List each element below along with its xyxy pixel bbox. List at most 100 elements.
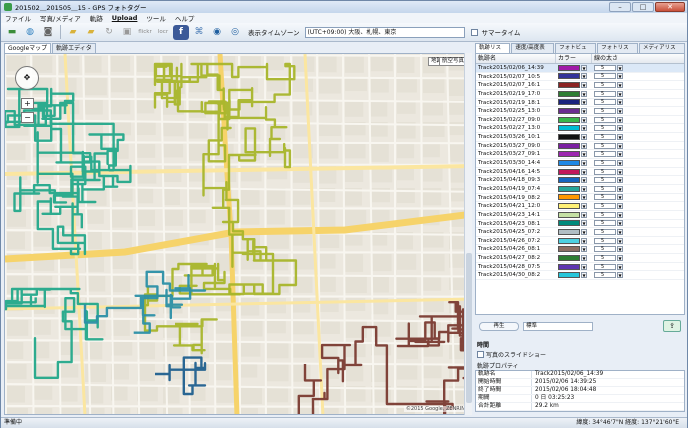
chevron-down-icon[interactable]: ▼ — [617, 142, 623, 149]
header-track-name[interactable]: 軌跡名 — [476, 54, 556, 63]
track-width[interactable]: 5 ▼ — [592, 150, 628, 158]
chevron-down-icon[interactable]: ▼ — [581, 246, 587, 253]
chevron-down-icon[interactable]: ▼ — [581, 159, 587, 166]
track-color[interactable]: ▼ — [556, 228, 592, 236]
facebook-icon[interactable]: f — [173, 24, 189, 40]
map-canvas[interactable] — [5, 54, 472, 415]
track-row[interactable]: Track2015/04/30_08:2 ▼ 5 ▼ — [476, 271, 684, 281]
folder-icon[interactable]: ▰ — [65, 25, 81, 40]
chevron-down-icon[interactable]: ▼ — [617, 108, 623, 115]
track-row[interactable]: Track2015/03/26_10:1 ▼ 5 ▼ — [476, 133, 684, 142]
track-color[interactable]: ▼ — [556, 142, 592, 150]
chevron-down-icon[interactable]: ▼ — [581, 254, 587, 261]
track-width[interactable]: 5 ▼ — [592, 211, 628, 219]
track-row[interactable]: Track2015/04/28_07:5 ▼ 5 ▼ — [476, 263, 684, 272]
scrollbar-thumb[interactable] — [466, 253, 472, 403]
chevron-down-icon[interactable]: ▼ — [617, 228, 623, 235]
track-width[interactable]: 5 ▼ — [592, 254, 628, 262]
track-width[interactable]: 5 ▼ — [592, 176, 628, 184]
menu-tools[interactable]: ツール — [146, 13, 166, 23]
chevron-down-icon[interactable]: ▼ — [581, 203, 587, 210]
tab-media-list[interactable]: メディアリスト — [638, 43, 685, 60]
folder-open-icon[interactable]: ▬ — [4, 25, 20, 40]
track-color[interactable]: ▼ — [556, 254, 592, 262]
folder-icon[interactable]: ▰ — [83, 25, 99, 40]
chevron-down-icon[interactable]: ▼ — [581, 228, 587, 235]
track-width[interactable]: 5 ▼ — [592, 194, 628, 202]
refresh-icon[interactable]: ↻ — [101, 25, 117, 40]
track-color[interactable]: ▼ — [556, 107, 592, 115]
track-color[interactable]: ▼ — [556, 73, 592, 81]
track-width[interactable]: 5 ▼ — [592, 124, 628, 132]
track-row[interactable]: Track2015/02/19_17:0 ▼ 5 ▼ — [476, 90, 684, 99]
chevron-down-icon[interactable]: ▼ — [617, 185, 623, 192]
track-color[interactable]: ▼ — [556, 64, 592, 72]
track-color[interactable]: ▼ — [556, 81, 592, 89]
chevron-down-icon[interactable]: ▼ — [581, 177, 587, 184]
track-color[interactable]: ▼ — [556, 263, 592, 271]
chevron-down-icon[interactable]: ▼ — [617, 177, 623, 184]
track-color[interactable]: ▼ — [556, 202, 592, 210]
track-row[interactable]: Track2015/04/23_14:1 ▼ 5 ▼ — [476, 211, 684, 220]
chevron-down-icon[interactable]: ▼ — [617, 263, 623, 270]
tags-icon[interactable]: ⌘ — [191, 25, 207, 40]
tab-track-list[interactable]: 軌跡リスト — [475, 43, 511, 60]
track-width[interactable]: 5 ▼ — [592, 90, 628, 98]
track-color[interactable]: ▼ — [556, 133, 592, 141]
play-button[interactable]: 再生 — [479, 321, 519, 331]
chevron-down-icon[interactable]: ▼ — [617, 168, 623, 175]
chevron-down-icon[interactable]: ▼ — [617, 82, 623, 89]
chevron-down-icon[interactable]: ▼ — [617, 90, 623, 97]
track-color[interactable]: ▼ — [556, 90, 592, 98]
header-color[interactable]: カラー — [556, 54, 592, 63]
tab-google-map[interactable]: Googleマップ — [4, 43, 52, 53]
menu-help[interactable]: ヘルプ — [175, 13, 195, 23]
track-row[interactable]: Track2015/04/21_12:0 ▼ 5 ▼ — [476, 202, 684, 211]
track-width[interactable]: 5 ▼ — [592, 202, 628, 210]
chevron-down-icon[interactable]: ▼ — [581, 263, 587, 270]
map-view[interactable]: ✥ + − 地図 航空写真 ©2015 Google, ZENRIN — [4, 53, 472, 415]
photo-icon[interactable]: ▣ — [119, 25, 135, 40]
menu-file[interactable]: ファイル — [5, 13, 31, 23]
tab-photo-view[interactable]: フォトビュー — [555, 43, 597, 60]
chevron-down-icon[interactable]: ▼ — [617, 64, 623, 71]
chevron-down-icon[interactable]: ▼ — [581, 185, 587, 192]
menu-photo-media[interactable]: 写真/メディア — [40, 13, 81, 23]
track-row[interactable]: Track2015/04/18_09:3 ▼ 5 ▼ — [476, 176, 684, 185]
chevron-down-icon[interactable]: ▼ — [617, 272, 623, 279]
chevron-down-icon[interactable]: ▼ — [581, 211, 587, 218]
track-width[interactable]: 5 ▼ — [592, 133, 628, 141]
track-row[interactable]: Track2015/02/07_16:1 ▼ 5 ▼ — [476, 81, 684, 90]
summer-time-checkbox[interactable] — [470, 28, 478, 36]
track-width[interactable]: 5 ▼ — [592, 220, 628, 228]
track-row[interactable]: Track2015/02/27_13:0 ▼ 5 ▼ — [476, 124, 684, 134]
track-width[interactable]: 5 ▼ — [592, 228, 628, 236]
track-width[interactable]: 5 ▼ — [592, 168, 628, 176]
zoom-out-button[interactable]: − — [21, 112, 34, 123]
track-width[interactable]: 5 ▼ — [592, 142, 628, 150]
track-color[interactable]: ▼ — [556, 237, 592, 245]
chevron-down-icon[interactable]: ▼ — [617, 73, 623, 80]
track-row[interactable]: Track2015/04/26_07:2 ▼ 5 ▼ — [476, 237, 684, 246]
chevron-down-icon[interactable]: ▼ — [581, 108, 587, 115]
track-row[interactable]: Track2015/04/19_08:2 ▼ 5 ▼ — [476, 194, 684, 203]
track-width[interactable]: 5 ▼ — [592, 263, 628, 271]
chevron-down-icon[interactable]: ▼ — [617, 194, 623, 201]
chevron-down-icon[interactable]: ▼ — [617, 246, 623, 253]
track-color[interactable]: ▼ — [556, 159, 592, 167]
chevron-down-icon[interactable]: ▼ — [581, 237, 587, 244]
chevron-down-icon[interactable]: ▼ — [581, 142, 587, 149]
track-width[interactable]: 5 ▼ — [592, 116, 628, 124]
track-color[interactable]: ▼ — [556, 150, 592, 158]
export-icon[interactable]: ⇪ — [663, 320, 681, 332]
camera-icon[interactable]: ◙ — [40, 25, 56, 40]
track-row[interactable]: Track2015/02/07_10:5 ▼ 5 ▼ — [476, 73, 684, 82]
track-color[interactable]: ▼ — [556, 99, 592, 107]
chevron-down-icon[interactable]: ▼ — [581, 133, 587, 140]
chevron-down-icon[interactable]: ▼ — [617, 203, 623, 210]
track-row[interactable]: Track2015/03/27_09:1 ▼ 5 ▼ — [476, 150, 684, 160]
track-row[interactable]: Track2015/04/25_07:2 ▼ 5 ▼ — [476, 228, 684, 237]
track-row[interactable]: Track2015/02/27_09:0 ▼ 5 ▼ — [476, 116, 684, 125]
chevron-down-icon[interactable]: ▼ — [581, 168, 587, 175]
track-color[interactable]: ▼ — [556, 245, 592, 253]
